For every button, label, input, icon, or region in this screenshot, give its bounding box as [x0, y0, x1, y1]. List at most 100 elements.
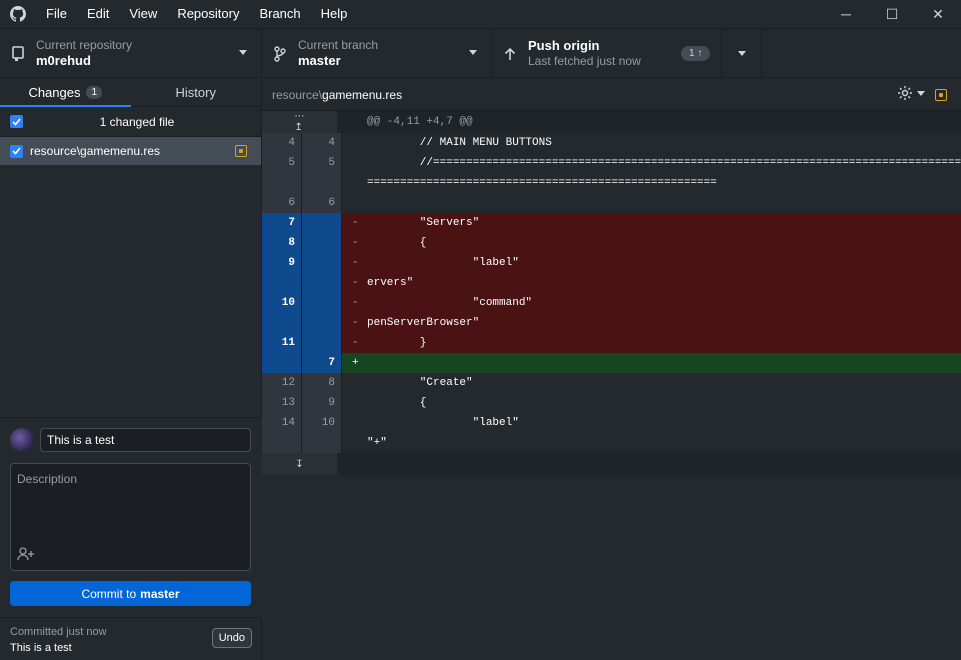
expand-up-button[interactable]: ⋯ ↥ @@ -4,11 +4,7 @@	[262, 111, 961, 133]
old-line-number	[262, 273, 302, 293]
diff-view: resource\gamemenu.res ⋯ ↥ @@ -4,11 +4,7 @…	[262, 79, 961, 660]
menu-view[interactable]: View	[119, 0, 167, 28]
changed-files-count: 1 changed file	[99, 114, 175, 129]
diff-sign	[342, 433, 367, 453]
diff-sign: -	[352, 277, 359, 289]
last-commit-panel: Committed just now This is a test Undo	[0, 617, 262, 660]
commit-button[interactable]: Commit to master	[10, 581, 251, 606]
diff-line[interactable]: 9 - "label" "S	[262, 253, 961, 273]
select-all-checkbox[interactable]	[10, 115, 23, 128]
menu-help[interactable]: Help	[311, 0, 358, 28]
menu-file[interactable]: File	[36, 0, 77, 28]
diff-line[interactable]: - ervers"	[262, 273, 961, 293]
diff-code: ervers"	[367, 277, 414, 289]
repo-name: m0rehud	[36, 53, 91, 68]
diff-code: penServerBrowser"	[367, 317, 480, 329]
gear-icon	[898, 86, 912, 100]
current-branch-button[interactable]: Current branch master	[262, 29, 492, 78]
branch-name: master	[298, 53, 341, 68]
diff-line[interactable]: 11 - }	[262, 333, 961, 353]
push-dropdown-button[interactable]	[722, 29, 762, 78]
menu-repository[interactable]: Repository	[167, 0, 249, 28]
file-name: resource\gamemenu.res	[30, 144, 161, 158]
diff-line[interactable]: 7 +	[262, 353, 961, 373]
diff-line[interactable]: 10 - "command" "O	[262, 293, 961, 313]
tab-changes[interactable]: Changes 1	[0, 79, 131, 107]
commit-summary-input[interactable]	[40, 428, 251, 452]
diff-line[interactable]: 44 // MAIN MENU BUTTONS	[262, 133, 961, 153]
toolbar: Current repository m0rehud Current branc…	[0, 28, 961, 78]
old-line-number: 6	[262, 193, 302, 213]
diff-line[interactable]: 14 10 "label"	[262, 413, 961, 433]
last-fetched-text: Last fetched just now	[528, 54, 641, 68]
old-line-number	[262, 313, 302, 333]
new-line-number	[302, 173, 342, 193]
diff-lines: 44 // MAIN MENU BUTTONS 5 5 //============…	[262, 133, 961, 453]
new-line-number	[302, 433, 342, 453]
old-line-number: 8	[262, 233, 302, 253]
old-line-number: 11	[262, 333, 302, 353]
diff-line[interactable]: 66	[262, 193, 961, 213]
expand-up-icon: ⋯ ↥	[262, 111, 337, 133]
diff-file-name: gamemenu.res	[322, 87, 403, 102]
diff-sign: -	[352, 257, 359, 269]
avatar	[10, 428, 34, 452]
diff-line[interactable]: 12 8 "Create"	[262, 373, 961, 393]
expand-down-button[interactable]: ↧	[262, 453, 961, 475]
close-button[interactable]: ✕	[915, 0, 961, 28]
file-checkbox[interactable]	[10, 144, 23, 158]
diff-line[interactable]: 7 - "Servers"	[262, 213, 961, 233]
push-origin-button[interactable]: Push origin Last fetched just now 1 ↑	[492, 29, 722, 78]
old-line-number: 4	[262, 133, 302, 153]
commit-description-field[interactable]: Description	[10, 463, 251, 571]
diff-sign: +	[352, 357, 359, 369]
new-line-number: 4	[302, 133, 342, 153]
diff-sign: -	[352, 297, 359, 309]
diff-code: "label"	[367, 417, 519, 429]
diff-settings-button[interactable]	[897, 85, 925, 101]
current-repository-button[interactable]: Current repository m0rehud	[0, 29, 262, 78]
diff-code: {	[367, 237, 427, 249]
diff-sign	[342, 373, 367, 393]
diff-file-path: resource\gamemenu.res	[272, 88, 402, 102]
minimize-button[interactable]: ─	[823, 0, 869, 28]
repo-label: Current repository	[36, 38, 133, 52]
tab-history[interactable]: History	[131, 79, 262, 106]
sidebar: Changes 1 History 1 changed file resourc…	[0, 79, 262, 660]
file-modified-icon	[235, 145, 247, 157]
menu-branch[interactable]: Branch	[249, 0, 310, 28]
arrow-up-icon	[492, 47, 528, 61]
branch-icon	[262, 45, 298, 62]
description-placeholder: Description	[17, 472, 78, 486]
new-line-number: 10	[302, 413, 342, 433]
old-line-number: 13	[262, 393, 302, 413]
add-coauthor-icon[interactable]	[17, 547, 35, 564]
new-line-number: 8	[302, 373, 342, 393]
diff-line[interactable]: ========================================…	[262, 173, 961, 193]
diff-sign	[342, 413, 367, 433]
diff-line[interactable]: - penServerBrowser"	[262, 313, 961, 333]
chevron-down-icon	[239, 50, 247, 55]
maximize-button[interactable]: ☐	[869, 0, 915, 28]
diff-line[interactable]: 55 //===================================…	[262, 153, 961, 173]
diff-line[interactable]: "+"	[262, 433, 961, 453]
new-line-number	[302, 333, 342, 353]
old-line-number	[262, 173, 302, 193]
menu-edit[interactable]: Edit	[77, 0, 119, 28]
file-modified-icon	[935, 89, 947, 101]
diff-code: "command" "O	[367, 297, 961, 309]
diff-line[interactable]: 13 9 {	[262, 393, 961, 413]
repo-icon	[0, 45, 36, 62]
new-line-number	[302, 293, 342, 313]
push-count-badge: 1 ↑	[681, 46, 711, 61]
diff-sign	[342, 393, 367, 413]
diff-sign: -	[352, 237, 359, 249]
diff-line[interactable]: 8 - {	[262, 233, 961, 253]
title-bar: File Edit View Repository Branch Help ─ …	[0, 0, 961, 28]
old-line-number: 10	[262, 293, 302, 313]
commit-panel: Description Commit to master	[0, 417, 262, 617]
undo-button[interactable]: Undo	[211, 628, 252, 648]
diff-code	[367, 193, 961, 213]
list-item[interactable]: resource\gamemenu.res	[0, 137, 261, 165]
diff-code: "Servers"	[367, 217, 480, 229]
